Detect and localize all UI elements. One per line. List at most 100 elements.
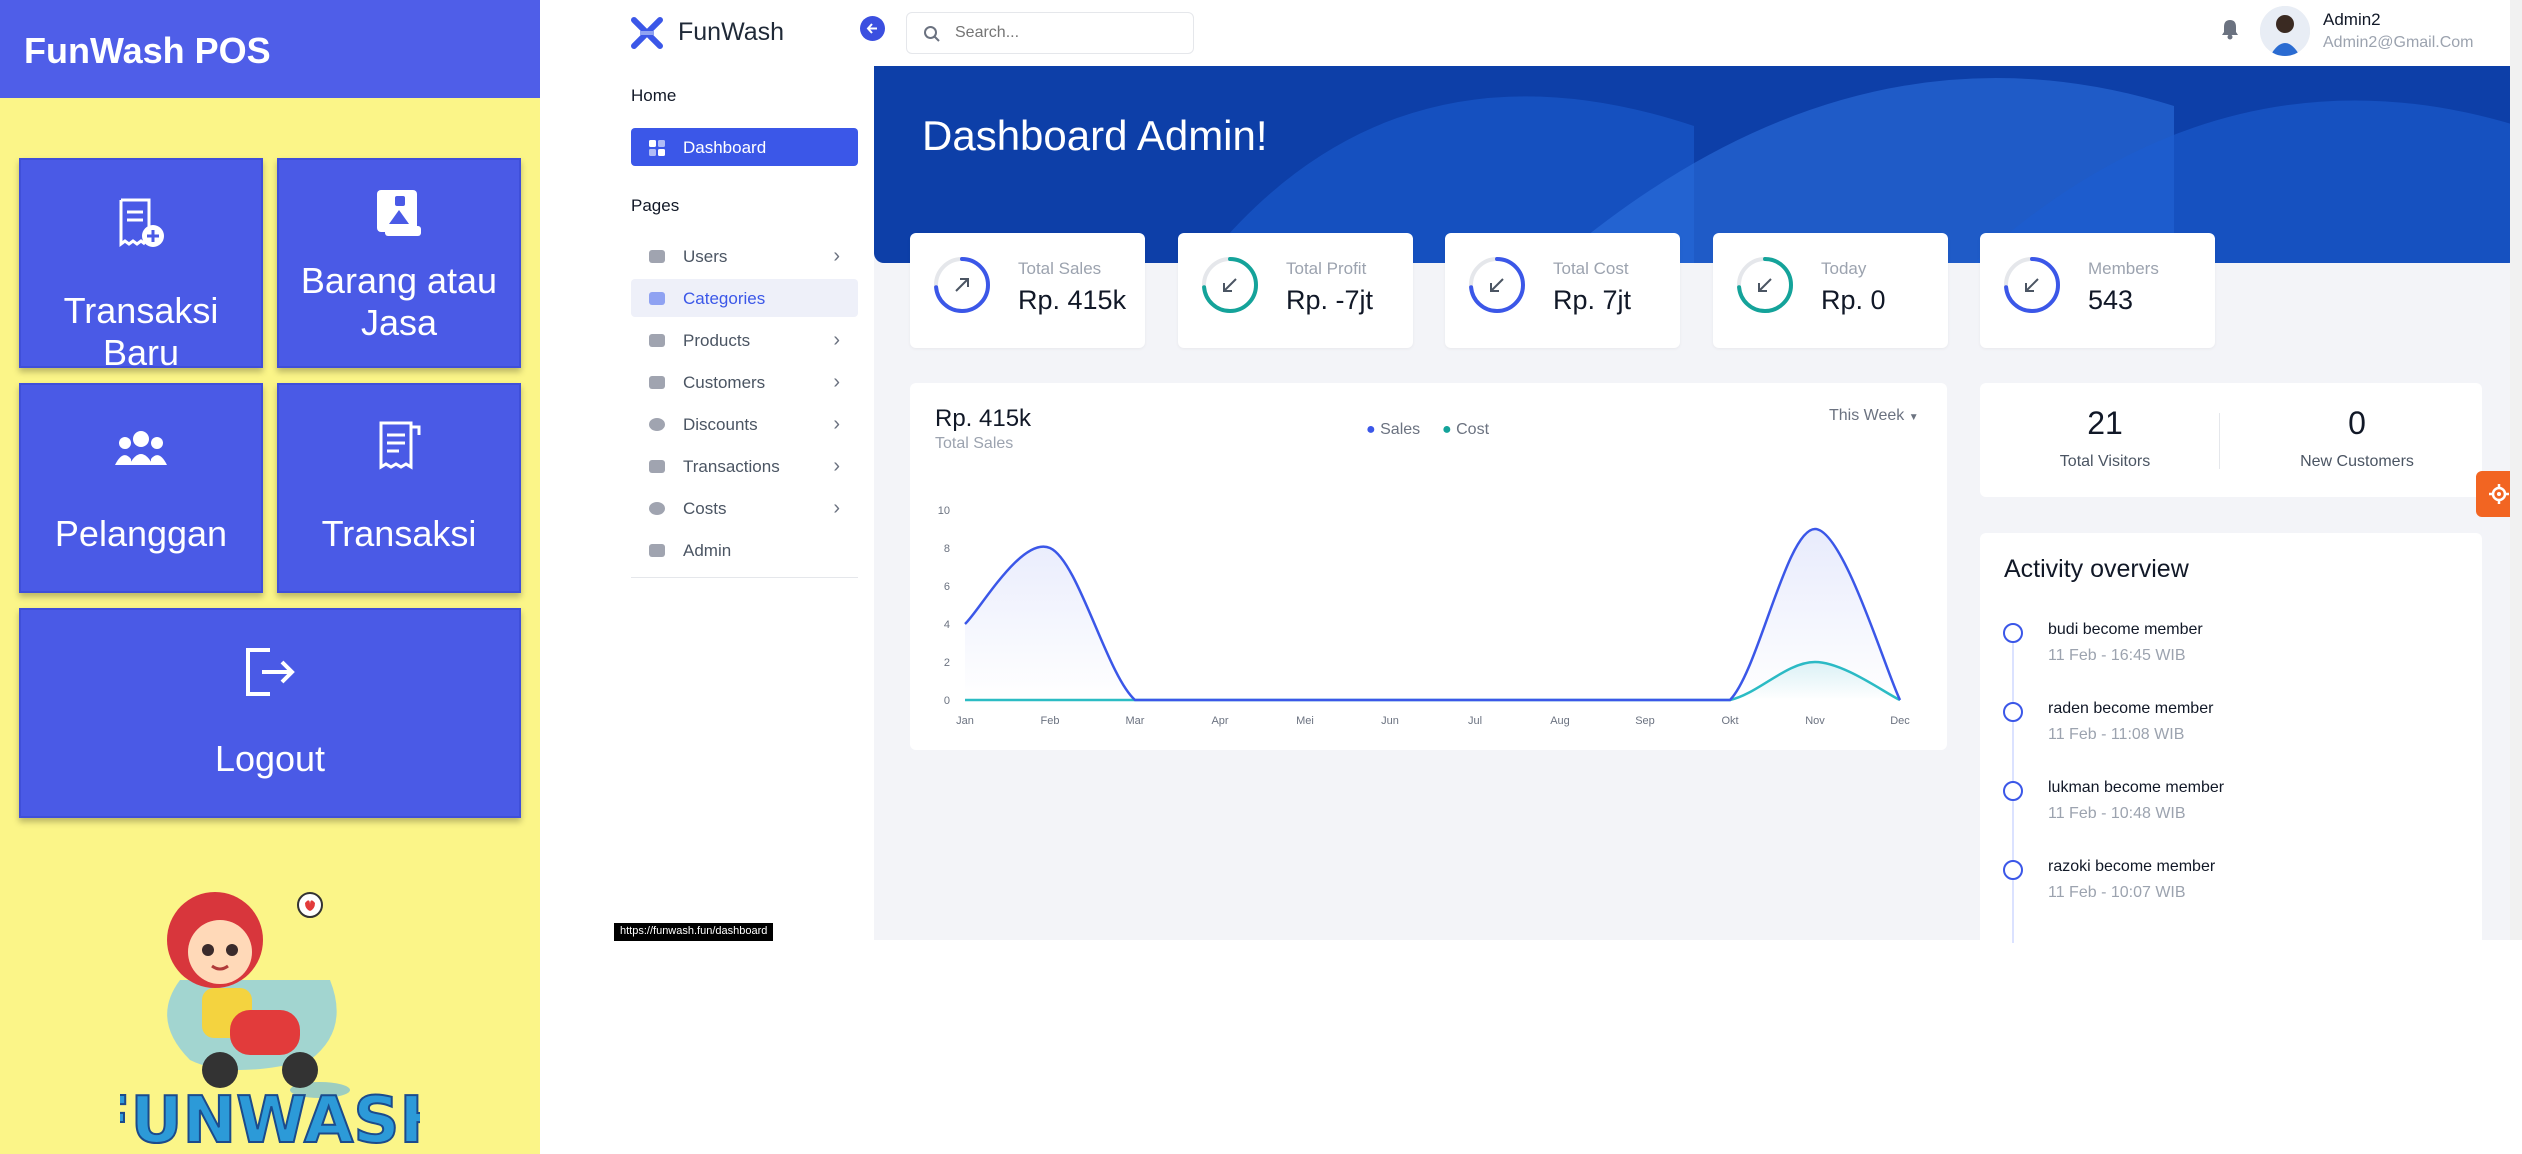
link-preview-tooltip: https://funwash.fun/dashboard (614, 923, 774, 941)
x-tick-label: Aug (1550, 715, 1570, 727)
sidebar-item-label: Users (683, 247, 728, 266)
sidebar-item-products[interactable]: Products › (631, 321, 858, 359)
logout-icon (246, 648, 295, 696)
stat-value: Rp. 7jt (1553, 285, 1632, 315)
page-scrollbar[interactable] (2510, 0, 2522, 940)
stat-value: Rp. 0 (1821, 285, 1886, 315)
stat-card: Total Sales Rp. 415k (910, 233, 1145, 348)
user-email: Admin2@Gmail.Com (2323, 34, 2474, 51)
logout-label: Logout (214, 738, 326, 779)
gear-icon (2489, 484, 2509, 504)
legend-sales[interactable]: ● Sales (1366, 421, 1420, 439)
series-area-sales (965, 529, 1900, 700)
chevron-right-icon: › (833, 497, 840, 519)
legend-cost-label: Cost (1456, 421, 1490, 438)
visitors-divider (2219, 413, 2220, 469)
transactions-icon (649, 460, 665, 473)
legend-dot-sales: ● (1366, 421, 1376, 438)
receipt-icon (379, 421, 421, 470)
discount-icon (649, 418, 665, 431)
legend-dot-cost: ● (1442, 421, 1452, 438)
funwash-mascot-logo: FUNWASH (120, 892, 420, 1150)
chart-subtitle: Total Sales (935, 435, 1014, 452)
admin-lock-icon (649, 544, 665, 557)
chevron-right-icon: › (833, 245, 840, 267)
chevron-right-icon: › (833, 371, 840, 393)
y-tick-label: 2 (944, 657, 950, 669)
customers-button[interactable]: Pelanggan (19, 383, 263, 593)
new-transaction-button[interactable]: Transaksi Baru (19, 158, 263, 373)
costs-pie-icon (649, 502, 665, 515)
x-tick-label: Sep (1635, 715, 1655, 727)
stat-value: Rp. 415k (1018, 285, 1127, 315)
search-input[interactable] (953, 23, 1183, 43)
new-customers-label: New Customers (2300, 453, 2414, 470)
customers-icon (649, 376, 665, 389)
search-icon (924, 26, 940, 42)
stat-value: Rp. -7jt (1286, 285, 1374, 315)
x-tick-label: Mar (1126, 715, 1145, 727)
sidebar-item-costs[interactable]: Costs › (631, 489, 858, 527)
sidebar-item-label: Customers (683, 373, 766, 392)
brand-name[interactable]: FunWash (678, 18, 784, 47)
chart-headline-value: Rp. 415k (935, 405, 1032, 432)
sidebar-item-categories[interactable]: Categories (631, 279, 858, 317)
avatar-image (2260, 6, 2310, 56)
sidebar-item-dashboard[interactable]: Dashboard (631, 128, 858, 166)
y-tick-label: 6 (944, 581, 950, 593)
sidebar-item-label: Products (683, 331, 751, 350)
customers-label: Pelanggan (54, 513, 228, 554)
sidebar-item-admin[interactable]: Admin (631, 531, 858, 569)
y-tick-label: 10 (938, 505, 950, 517)
collapse-sidebar-button[interactable] (860, 16, 885, 41)
users-icon (649, 250, 665, 263)
x-tick-label: Jan (956, 715, 974, 727)
arrow-down-left-icon (1758, 278, 1772, 292)
stat-label: Total Cost (1553, 259, 1629, 278)
stat-label: Total Profit (1286, 259, 1367, 278)
transactions-button[interactable]: Transaksi (277, 383, 521, 593)
funwash-logo-icon[interactable] (630, 16, 664, 50)
search-box[interactable] (906, 12, 1194, 54)
sidebar-item-transactions[interactable]: Transactions › (631, 447, 858, 485)
user-avatar[interactable] (2260, 6, 2310, 56)
sidebar-item-label: Admin (683, 541, 732, 560)
new-transaction-label: Transaksi Baru (63, 290, 219, 373)
arrow-down-left-icon (1490, 278, 1504, 292)
y-tick-label: 8 (944, 543, 950, 555)
timeline-dot (2003, 781, 2023, 801)
sidebar-item-customers[interactable]: Customers › (631, 363, 858, 401)
notification-bell-icon[interactable] (2220, 18, 2240, 40)
x-tick-label: Feb (1041, 715, 1060, 727)
stat-value: 543 (2088, 285, 2134, 315)
activity-text: lukman become member (2048, 779, 2225, 796)
sidebar-item-discounts[interactable]: Discounts › (631, 405, 858, 443)
stat-card: Today Rp. 0 (1713, 233, 1948, 348)
sidebar-heading-home: Home (631, 86, 677, 105)
goods-icon (377, 190, 421, 236)
timeline-dot (2003, 623, 2023, 643)
chevron-right-icon: › (833, 455, 840, 477)
stat-progress-ring (1737, 257, 1793, 313)
logout-button[interactable]: Logout (19, 608, 521, 818)
user-name[interactable]: Admin2 (2323, 10, 2381, 30)
timeline-dot (2003, 702, 2023, 722)
sidebar-item-label: Discounts (683, 415, 758, 434)
products-icon (649, 334, 665, 347)
total-visitors-label: Total Visitors (2059, 453, 2151, 470)
legend-cost[interactable]: ● Cost (1442, 421, 1489, 439)
x-tick-label: Dec (1890, 715, 1910, 727)
sidebar-item-label: Categories (683, 289, 766, 308)
stat-card: Total Cost Rp. 7jt (1445, 233, 1680, 348)
total-visitors-value: 21 (2087, 405, 2123, 441)
stat-label: Members (2088, 259, 2159, 278)
range-dropdown[interactable]: This Week ▼ (1829, 407, 1919, 425)
y-tick-label: 0 (944, 695, 950, 707)
activity-text: raden become member (2048, 700, 2214, 717)
stat-label: Total Sales (1018, 259, 1102, 278)
sidebar-item-users[interactable]: Users › (631, 237, 858, 275)
goods-services-button[interactable]: Barang atau Jasa (277, 158, 521, 368)
pos-panel: FunWash POS Transaksi Baru Barang atau J… (0, 0, 540, 1154)
new-customers-value: 0 (2348, 405, 2366, 441)
activity-title: Activity overview (2004, 555, 2189, 583)
